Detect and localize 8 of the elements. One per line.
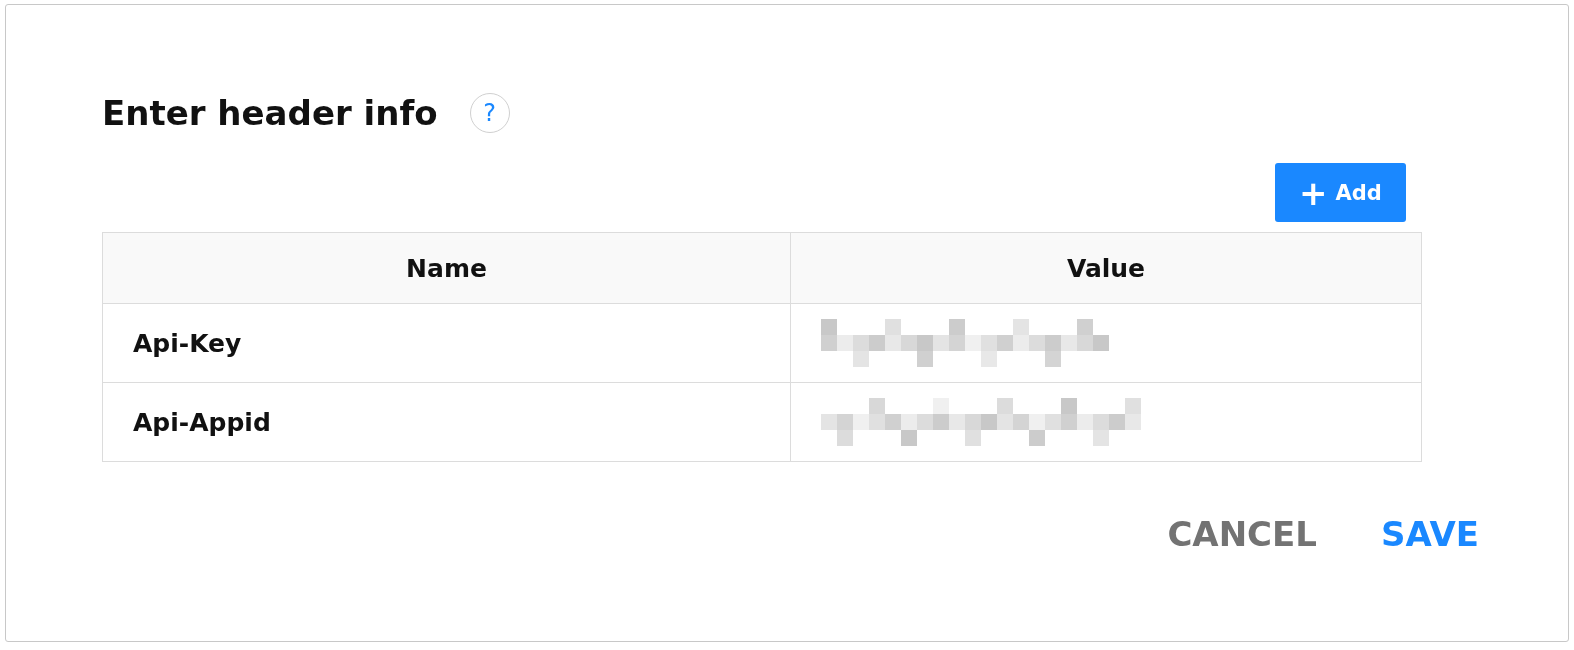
cancel-button[interactable]: CANCEL <box>1167 514 1317 554</box>
table-cell: Api-Key <box>102 303 791 383</box>
column-header: Value <box>790 232 1422 304</box>
save-button[interactable]: SAVE <box>1380 514 1479 554</box>
column-header: Name <box>102 232 791 304</box>
add-button[interactable]: + Add <box>1275 163 1406 222</box>
dialog-title: Enter header info <box>102 93 438 133</box>
table-cell: Api-Appid <box>102 382 791 462</box>
